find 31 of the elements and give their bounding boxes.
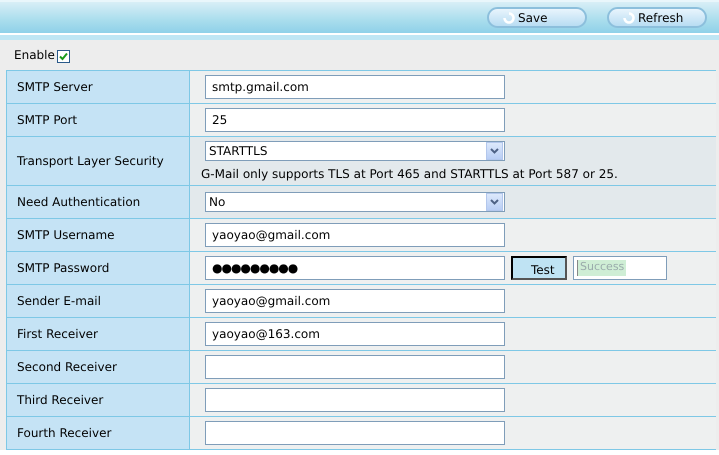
- text-field[interactable]: yaoyao@gmail.com: [205, 289, 505, 313]
- field-label: Second Receiver: [17, 360, 117, 374]
- text-field[interactable]: yaoyao@163.com: [205, 322, 505, 346]
- test-button[interactable]: Test: [511, 256, 567, 280]
- field-label: Third Receiver: [17, 393, 104, 407]
- field-label: First Receiver: [17, 327, 98, 341]
- field-label: SMTP Port: [17, 113, 78, 127]
- text-field[interactable]: [205, 388, 505, 412]
- enable-checkbox[interactable]: [56, 50, 70, 63]
- field-label: SMTP Username: [17, 228, 115, 242]
- dropdown[interactable]: No: [205, 192, 505, 212]
- field-label: SMTP Server: [17, 80, 93, 94]
- dropdown[interactable]: STARTTLS: [205, 141, 505, 161]
- hint-text: G-Mail only supports TLS at Port 465 and STARTTLS at Port 587 or 25.: [201, 167, 619, 181]
- text-field[interactable]: yaoyao@gmail.com: [205, 223, 505, 247]
- field-label: Need Authentication: [17, 195, 140, 209]
- field-label: Fourth Receiver: [17, 426, 112, 440]
- field-label: SMTP Password: [17, 261, 110, 275]
- text-field[interactable]: [205, 355, 505, 379]
- save-button[interactable]: Save: [487, 7, 587, 28]
- field-label: Transport Layer Security: [17, 154, 164, 168]
- refresh-icon: [503, 12, 515, 24]
- text-field[interactable]: [205, 421, 505, 445]
- status-text: Success: [577, 260, 626, 276]
- text-field[interactable]: smtp.gmail.com: [205, 75, 505, 99]
- refresh-button[interactable]: Refresh: [607, 7, 707, 28]
- password-field[interactable]: ●●●●●●●●●: [205, 256, 505, 280]
- refresh-icon: [623, 12, 635, 24]
- enable-label: Enable: [14, 48, 55, 62]
- text-field[interactable]: 25: [205, 108, 505, 132]
- field-label: Sender E-mail: [17, 294, 101, 308]
